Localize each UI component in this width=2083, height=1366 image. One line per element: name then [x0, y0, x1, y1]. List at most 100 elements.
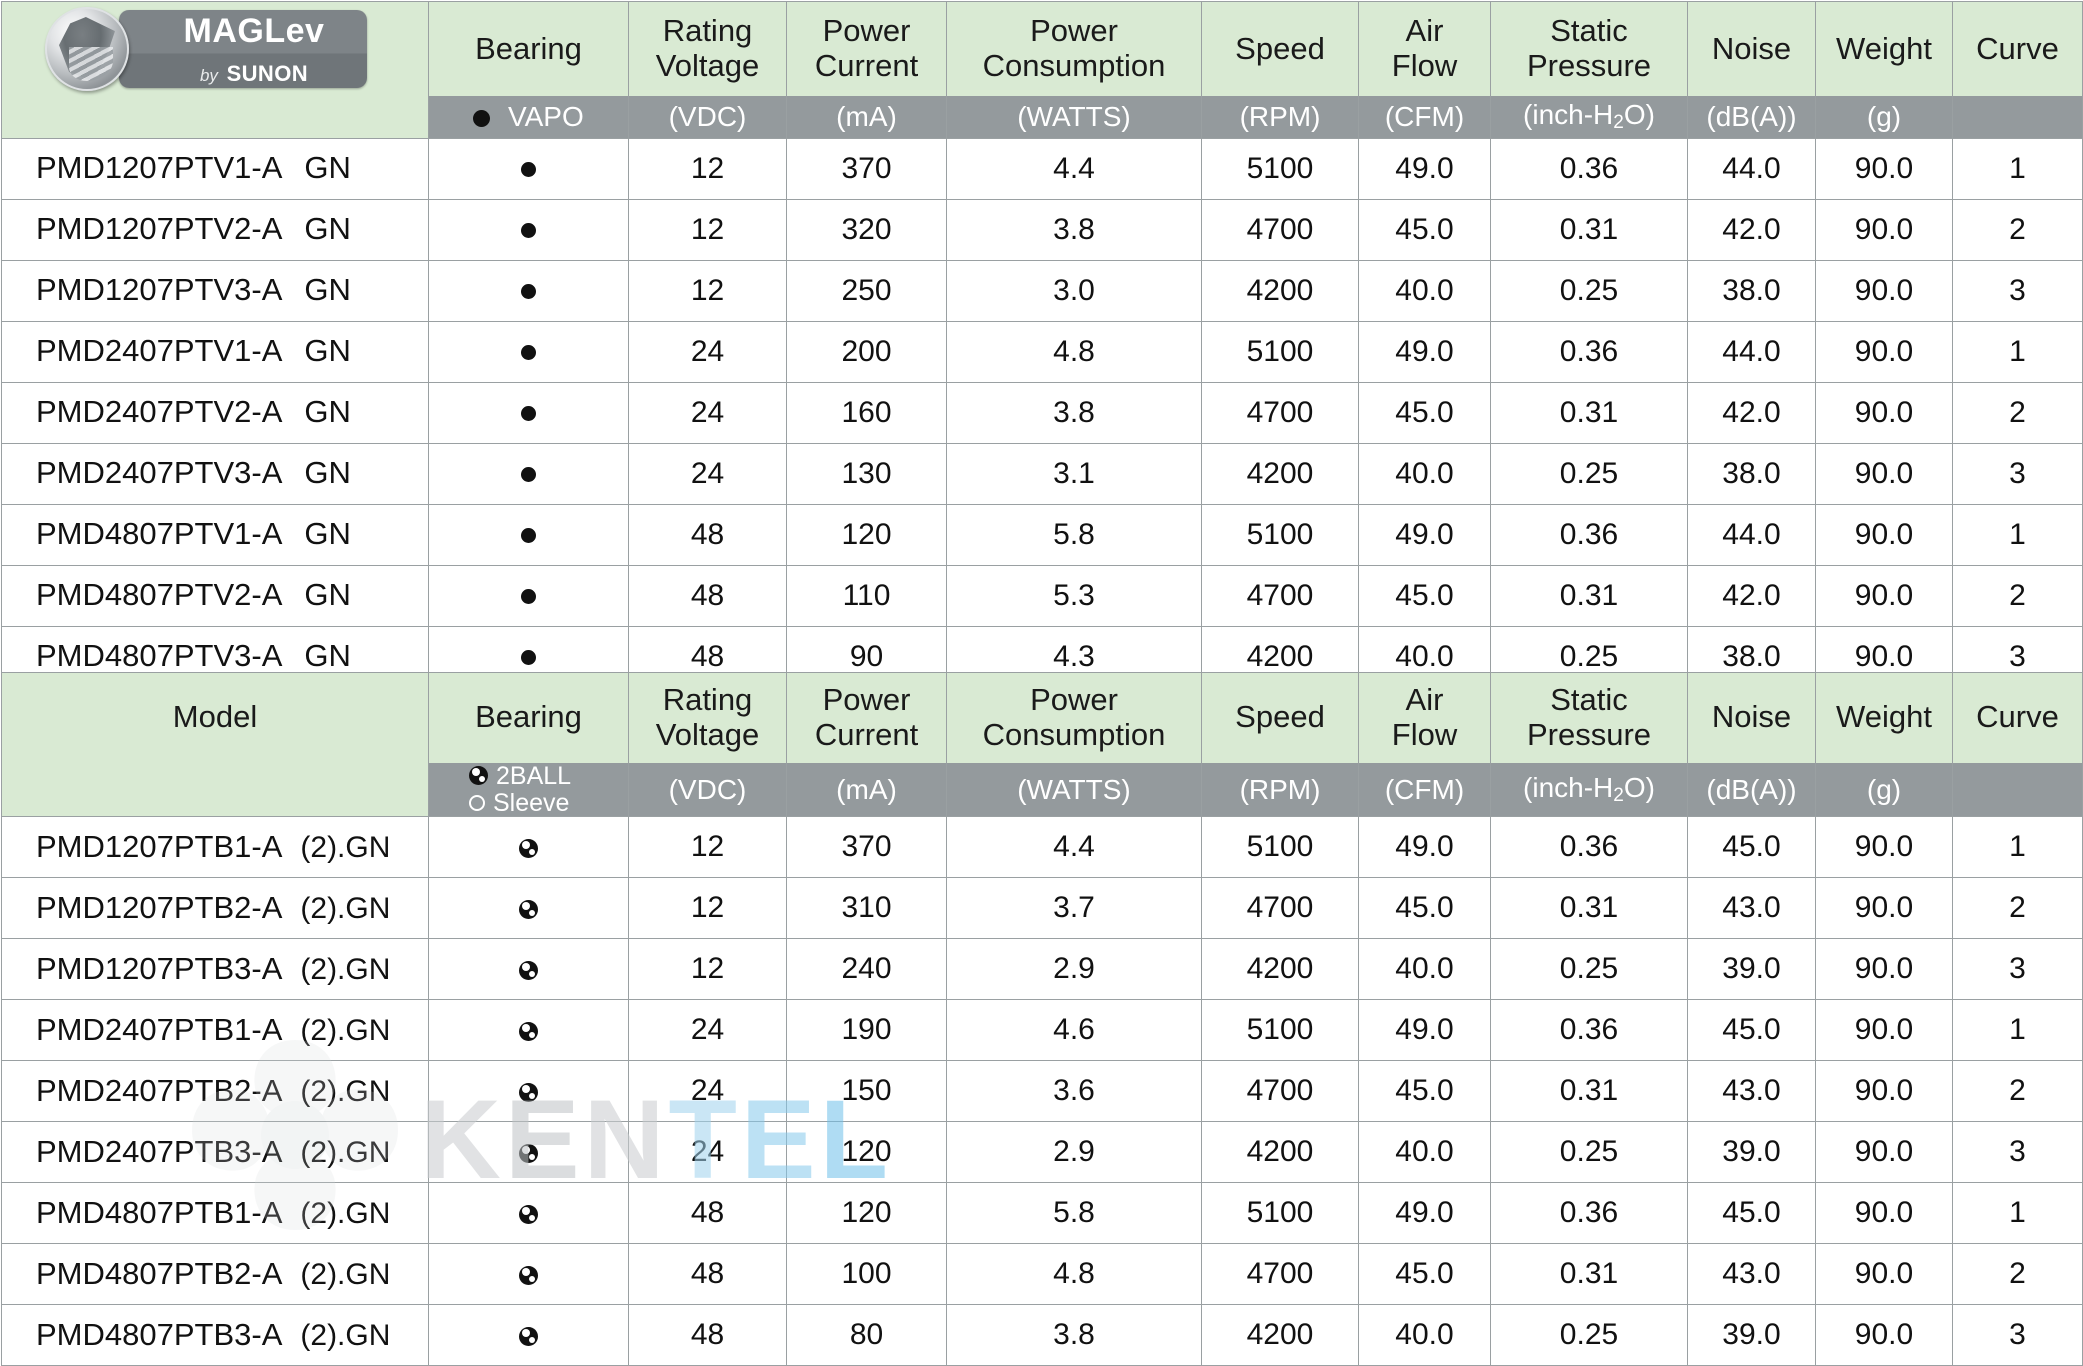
table-row[interactable]: PMD1207PTB1-A (2).GN 12 370 4.4 5100 49.0 0.36 4… [1, 816, 2083, 878]
units-consumption: (WATTS) [946, 96, 1202, 139]
bearing-legend: 2BALL Sleeve [429, 762, 628, 816]
table-row[interactable]: PMD4807PTB1-A (2).GN 48 120 5.8 5100 49.0 0.36 4… [1, 1182, 2083, 1244]
col-header-bearing: Bearing [428, 1, 629, 96]
filled-dot-icon [521, 528, 536, 544]
cell-air-flow: 40.0 [1358, 442, 1491, 505]
cell-model: PMD1207PTV3-A GN [1, 259, 429, 322]
table-row[interactable]: PMD1207PTV1-A GN 12 370 4.4 5100 49.0 0.36 44.0 9… [1, 137, 2083, 200]
cell-power-consumption: 4.8 [946, 320, 1202, 383]
units-speed: (RPM) [1201, 96, 1359, 139]
table-row[interactable]: PMD2407PTV3-A GN 24 130 3.1 4200 40.0 0.25 38.0 9… [1, 442, 2083, 505]
table-row[interactable]: PMD4807PTV1-A GN 48 120 5.8 5100 49.0 0.36 44.0 9… [1, 503, 2083, 566]
label-line1: Static [1550, 13, 1628, 49]
table-row[interactable]: PMD2407PTV1-A GN 24 200 4.8 5100 49.0 0.36 44.0 9… [1, 320, 2083, 383]
cell-speed: 4200 [1201, 938, 1359, 1000]
cell-power-consumption: 3.0 [946, 259, 1202, 322]
cell-rating-voltage: 48 [628, 564, 787, 627]
cell-model: PMD4807PTB2-A (2).GN [1, 1243, 429, 1305]
label-line1: Static [1550, 682, 1628, 718]
cell-air-flow: 45.0 [1358, 198, 1491, 261]
cell-curve: 1 [1952, 137, 2083, 200]
cell-power-current: 320 [786, 198, 947, 261]
cell-bearing [428, 1060, 629, 1122]
table-row[interactable]: PMD2407PTB1-A (2).GN 24 190 4.6 5100 49.0 0.36 4… [1, 999, 2083, 1061]
unit-sub: 2 [1613, 785, 1624, 807]
cell-power-current: 120 [786, 1121, 947, 1183]
filled-dot-icon [521, 406, 536, 422]
legend-2ball: 2BALL [469, 762, 571, 789]
model-suffix: GN [304, 150, 351, 186]
label-line2: Flow [1391, 716, 1458, 752]
filled-dot-icon [521, 467, 536, 483]
model-suffix: GN [304, 577, 351, 613]
label-line2: Pressure [1526, 716, 1652, 752]
model-name: PMD2407PTV1-A [36, 333, 283, 369]
cell-power-consumption: 2.9 [946, 1121, 1202, 1183]
table-row[interactable]: PMD2407PTB2-A (2).GN 24 150 3.6 4700 45.0 0.31 4… [1, 1060, 2083, 1122]
col-header-speed: Speed [1201, 672, 1359, 763]
cell-noise: 39.0 [1687, 1121, 1816, 1183]
cell-static-pressure: 0.31 [1490, 1243, 1688, 1305]
model-name: PMD1207PTB3-A [36, 950, 283, 986]
filled-dot-icon [521, 162, 536, 178]
filled-dot-icon [521, 223, 536, 239]
model-name: PMD1207PTV3-A [36, 272, 283, 308]
maglev-plate: MAGLev by SUNON [119, 10, 367, 88]
table-row[interactable]: PMD4807PTV2-A GN 48 110 5.3 4700 45.0 0.31 42.0 9… [1, 564, 2083, 627]
cell-bearing [428, 442, 629, 505]
col-header-model: Model [1, 672, 429, 763]
cell-bearing [428, 564, 629, 627]
cell-power-consumption: 3.7 [946, 877, 1202, 939]
cell-noise: 43.0 [1687, 1060, 1816, 1122]
cell-curve: 3 [1952, 442, 2083, 505]
cell-weight: 90.0 [1815, 137, 1953, 200]
cell-static-pressure: 0.36 [1490, 816, 1688, 878]
cell-weight: 90.0 [1815, 564, 1953, 627]
cell-model: PMD2407PTB2-A (2).GN [1, 1060, 429, 1122]
cell-model: PMD2407PTV2-A GN [1, 381, 429, 444]
cell-power-consumption: 4.8 [946, 1243, 1202, 1305]
cell-speed: 4700 [1201, 381, 1359, 444]
table2-units-row: 2BALL Sleeve (VDC) (mA) (WATTS) (RPM) (C… [1, 762, 2083, 817]
model-suffix: (2).GN [300, 952, 391, 986]
cell-weight: 90.0 [1815, 1182, 1953, 1244]
cell-rating-voltage: 24 [628, 442, 787, 505]
table-row[interactable]: PMD2407PTB3-A (2).GN 24 120 2.9 4200 40.0 0.25 3… [1, 1121, 2083, 1183]
cell-rating-voltage: 24 [628, 381, 787, 444]
col-header-weight: Weight [1815, 672, 1953, 763]
units-weight: (g) [1815, 762, 1953, 817]
units-static-pressure: (inch-H2O) [1490, 96, 1688, 139]
cell-noise: 39.0 [1687, 1304, 1816, 1366]
cell-static-pressure: 0.31 [1490, 877, 1688, 939]
cell-model: PMD1207PTV1-A GN [1, 137, 429, 200]
table-row[interactable]: PMD4807PTB3-A (2).GN 48 80 3.8 4200 40.0 0.25 39… [1, 1304, 2083, 1366]
cell-noise: 38.0 [1687, 259, 1816, 322]
cell-curve: 2 [1952, 877, 2083, 939]
table-row[interactable]: PMD2407PTV2-A GN 24 160 3.8 4700 45.0 0.31 42.0 9… [1, 381, 2083, 444]
cell-static-pressure: 0.36 [1490, 999, 1688, 1061]
cell-weight: 90.0 [1815, 816, 1953, 878]
sleeve-bearing-icon [469, 794, 485, 811]
col-header-noise: Noise [1687, 672, 1816, 763]
table-row[interactable]: PMD1207PTV3-A GN 12 250 3.0 4200 40.0 0.25 38.0 9… [1, 259, 2083, 322]
cell-bearing [428, 1121, 629, 1183]
cell-air-flow: 49.0 [1358, 137, 1491, 200]
table-row[interactable]: PMD1207PTB3-A (2).GN 12 240 2.9 4200 40.0 0.25 3… [1, 938, 2083, 1000]
cell-power-current: 160 [786, 381, 947, 444]
unit-pre: (inch-H [1523, 771, 1614, 803]
cell-bearing [428, 137, 629, 200]
vapo-spec-table-wrapper: MAGLev by SUNON Bearing Rating Voltage P… [1, 1, 2083, 688]
table-row[interactable]: PMD1207PTV2-A GN 12 320 3.8 4700 45.0 0.31 42.0 9… [1, 198, 2083, 261]
model-suffix: (2).GN [300, 891, 391, 925]
cell-speed: 4200 [1201, 1304, 1359, 1366]
table-row[interactable]: PMD1207PTB2-A (2).GN 12 310 3.7 4700 45.0 0.31 4… [1, 877, 2083, 939]
cell-noise: 38.0 [1687, 442, 1816, 505]
cell-noise: 44.0 [1687, 137, 1816, 200]
cell-rating-voltage: 12 [628, 198, 787, 261]
cell-model: PMD4807PTB3-A (2).GN [1, 1304, 429, 1366]
table-row[interactable]: PMD4807PTB2-A (2).GN 48 100 4.8 4700 45.0 0.31 4… [1, 1243, 2083, 1305]
cell-speed: 4700 [1201, 1060, 1359, 1122]
col-header-noise: Noise [1687, 1, 1816, 96]
cell-curve: 1 [1952, 503, 2083, 566]
cell-power-consumption: 3.8 [946, 1304, 1202, 1366]
